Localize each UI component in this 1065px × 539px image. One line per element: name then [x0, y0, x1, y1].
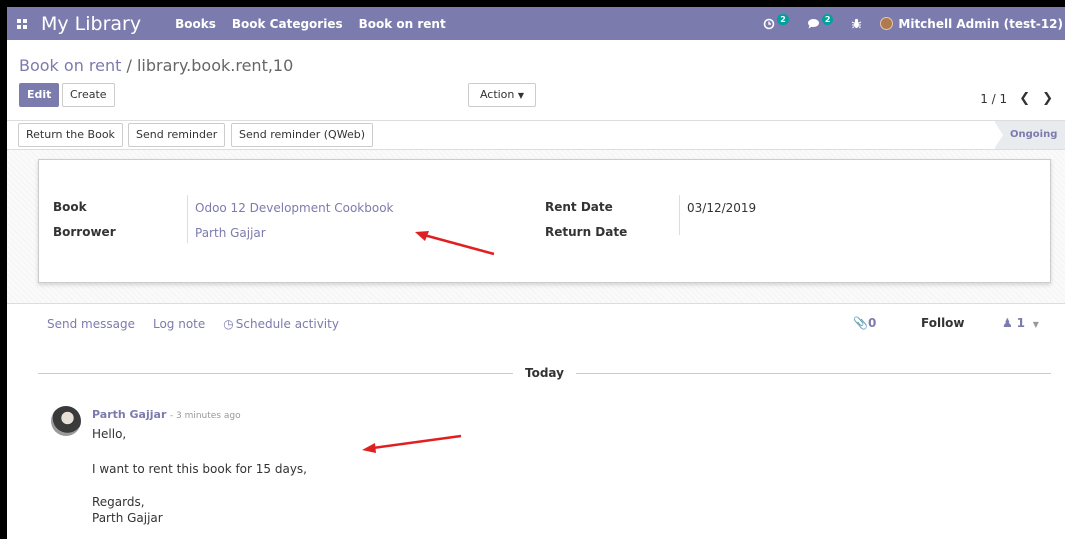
- user-icon: ♟: [1002, 316, 1013, 330]
- create-button[interactable]: Create: [62, 83, 115, 107]
- message-line: I want to rent this book for 15 days,: [92, 462, 307, 476]
- stage-ongoing[interactable]: Ongoing: [994, 121, 1065, 149]
- user-name: Mitchell Admin (test-12): [898, 16, 1063, 31]
- day-label: Today: [513, 366, 576, 380]
- follow-button[interactable]: Follow: [921, 316, 965, 330]
- followers-button[interactable]: ♟ 1 ▼: [1002, 316, 1039, 330]
- field-separator: [187, 195, 188, 243]
- edit-button[interactable]: Edit: [19, 83, 60, 107]
- pager-value[interactable]: 1 / 1: [980, 92, 1007, 106]
- field-separator: [679, 195, 680, 235]
- chat-icon: [807, 19, 819, 29]
- paperclip-icon: 📎: [853, 316, 868, 330]
- clock-icon: ◷: [223, 317, 234, 331]
- breadcrumb-separator: /: [126, 56, 132, 75]
- breadcrumb: Book on rent / library.book.rent,10: [19, 56, 293, 75]
- breadcrumb-current: library.book.rent,10: [136, 56, 294, 75]
- status-bar: Return the Book Send reminder Send remin…: [7, 120, 1065, 150]
- top-navbar: My Library Books Book Categories Book on…: [7, 7, 1065, 40]
- systray: 2 2 Mitchell Admin (test-12): [763, 7, 1065, 40]
- activity-badge: 2: [777, 14, 789, 25]
- pager: 1 / 1 ❮ ❯: [970, 91, 1053, 106]
- book-field[interactable]: Odoo 12 Development Cookbook: [195, 201, 394, 215]
- activity-menu[interactable]: 2: [763, 14, 789, 30]
- bug-icon: [852, 18, 862, 29]
- action-label: Action: [479, 88, 515, 101]
- book-label: Book: [53, 200, 87, 214]
- send-reminder-button[interactable]: Send reminder: [128, 123, 226, 147]
- message-line: Regards,: [92, 495, 145, 509]
- schedule-activity-label: Schedule activity: [235, 317, 339, 331]
- annotation-arrow: [415, 231, 495, 256]
- chevron-left-icon[interactable]: ❮: [1019, 91, 1030, 106]
- followers-count: 1: [1016, 316, 1025, 330]
- messaging-menu[interactable]: 2: [807, 14, 834, 29]
- window: My Library Books Book Categories Book on…: [0, 0, 1065, 539]
- user-menu[interactable]: Mitchell Admin (test-12): [880, 17, 1065, 31]
- messages-badge: 2: [821, 14, 834, 25]
- annotation-arrow: [362, 434, 462, 453]
- chevron-right-icon[interactable]: ❯: [1042, 91, 1053, 106]
- user-avatar: [880, 17, 894, 30]
- return-book-button[interactable]: Return the Book: [18, 123, 123, 147]
- borrower-label: Borrower: [53, 225, 116, 239]
- activity-icon: [763, 18, 775, 29]
- chatter-actions: Send message Log note ◷ Schedule activity: [47, 317, 357, 331]
- menu-book-on-rent[interactable]: Book on rent: [359, 17, 446, 31]
- return-date-label: Return Date: [545, 225, 628, 239]
- send-message-button[interactable]: Send message: [47, 317, 135, 331]
- message-header: Parth Gajjar - 3 minutes ago: [92, 408, 241, 421]
- borrower-field[interactable]: Parth Gajjar: [195, 226, 266, 240]
- menu-books[interactable]: Books: [175, 17, 216, 31]
- message-author[interactable]: Parth Gajjar: [92, 408, 166, 421]
- breadcrumb-parent[interactable]: Book on rent: [19, 56, 121, 75]
- message-line: Hello,: [92, 427, 127, 441]
- caret-down-icon: ▼: [1032, 320, 1039, 329]
- attachments-count: 0: [867, 316, 877, 330]
- app-name: My Library: [41, 12, 142, 35]
- message-avatar[interactable]: [51, 406, 81, 436]
- apps-icon[interactable]: [7, 7, 37, 40]
- rent-date-field[interactable]: 03/12/2019: [687, 201, 756, 215]
- attachments-button[interactable]: 📎0: [853, 316, 876, 330]
- log-note-button[interactable]: Log note: [153, 317, 205, 331]
- caret-down-icon: ▼: [517, 91, 525, 100]
- action-dropdown[interactable]: Action ▼: [468, 83, 536, 107]
- message-time: 3 minutes ago: [175, 411, 241, 421]
- form-sheet: Book Odoo 12 Development Cookbook Borrow…: [38, 159, 1051, 283]
- debug-menu[interactable]: [851, 18, 862, 29]
- rent-date-label: Rent Date: [545, 200, 613, 214]
- menu-book-categories[interactable]: Book Categories: [232, 17, 343, 31]
- message-line: Parth Gajjar: [92, 511, 163, 525]
- send-reminder-qweb-button[interactable]: Send reminder (QWeb): [231, 123, 373, 147]
- schedule-activity-button[interactable]: ◷ Schedule activity: [223, 317, 339, 331]
